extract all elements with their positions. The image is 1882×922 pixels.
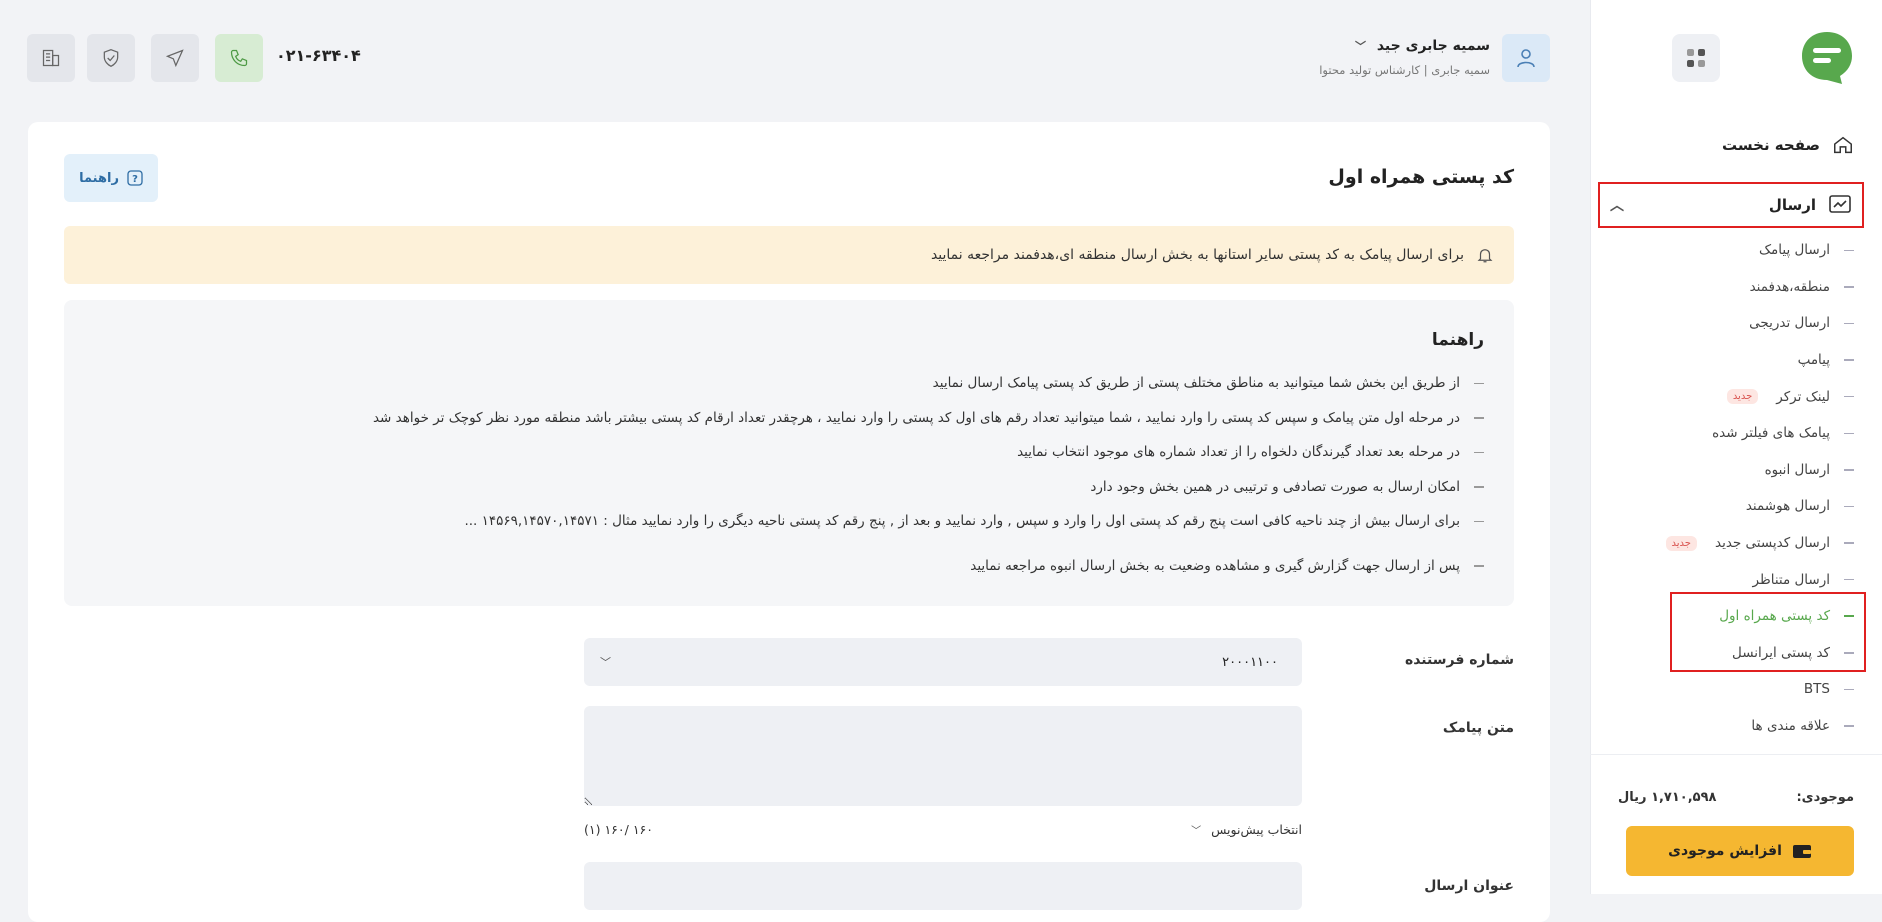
dash-icon xyxy=(1474,382,1484,384)
dash-icon xyxy=(1844,359,1854,361)
list-item: پس از ارسال جهت گزارش گیری و مشاهده وضعی… xyxy=(94,549,1484,584)
question-icon: ? xyxy=(127,170,143,186)
guide-box: راهنما از طریق این بخش شما میتوانید به م… xyxy=(64,300,1514,606)
user-name-dropdown[interactable]: سمیه جابری جید ﹀ xyxy=(1355,38,1490,54)
main-card: کد پستی همراه اول ? راهنما برای ارسال پی… xyxy=(28,122,1550,922)
dash-icon xyxy=(1844,505,1854,508)
dash-icon xyxy=(1844,469,1854,471)
apps-grid-button[interactable] xyxy=(1672,34,1720,82)
sidebar-subitem[interactable]: ارسال پیامک xyxy=(1614,232,1854,269)
bell-icon xyxy=(1477,249,1493,263)
balance-label: موجودی: xyxy=(1796,790,1854,805)
list-item: امکان ارسال به صورت تصادفی و ترتیبی در ه… xyxy=(94,470,1484,505)
sidebar-subitem[interactable]: پیامپ xyxy=(1614,342,1854,379)
increase-balance-label: افزایش موجودی xyxy=(1668,843,1782,859)
logo-icon[interactable] xyxy=(1798,28,1856,86)
divider xyxy=(1590,754,1882,755)
sms-text-input[interactable] xyxy=(584,706,1302,806)
dash-icon xyxy=(1474,565,1484,567)
home-icon xyxy=(1834,136,1852,154)
sms-text-label: متن پیامک xyxy=(1442,720,1514,736)
chevron-up-icon[interactable]: ︿ xyxy=(1610,195,1624,215)
guide-button-label: راهنما xyxy=(79,170,119,186)
sidebar-subitem[interactable]: ارسال کدپستی جدید جدید xyxy=(1614,525,1854,562)
chevron-down-icon: ﹀ xyxy=(600,656,611,669)
send-title-input[interactable] xyxy=(584,862,1302,910)
call-button[interactable] xyxy=(215,34,263,82)
dash-icon xyxy=(1474,486,1484,488)
sidebar-subitem[interactable]: ارسال تدریجی xyxy=(1614,305,1854,342)
dash-icon xyxy=(1844,322,1854,325)
list-item: از طریق این بخش شما میتوانید به مناطق مخ… xyxy=(94,366,1484,401)
sms-meta: انتخاب پیش‌نویس ﹀ ۱۶۰ /۱۶۰ (۱) xyxy=(584,822,1302,837)
user-icon xyxy=(1517,49,1535,68)
guide-list: از طریق این بخش شما میتوانید به مناطق مخ… xyxy=(94,366,1484,583)
chevron-down-icon: ﹀ xyxy=(1354,40,1366,53)
svg-text:?: ? xyxy=(132,174,138,185)
page-title: کد پستی همراه اول xyxy=(1328,166,1514,188)
dash-icon xyxy=(1474,520,1484,522)
new-badge: جدید xyxy=(1726,389,1759,405)
support-phone: ۰۲۱-۶۳۴۰۴ xyxy=(276,46,361,65)
sidebar-subitem[interactable]: لینک ترکر جدید xyxy=(1614,378,1854,415)
sender-number-select[interactable]: ۲۰۰۰۱۱۰۰ ﹀ xyxy=(584,638,1302,686)
dash-icon xyxy=(1844,542,1854,544)
building-icon xyxy=(42,49,60,67)
user-name: سمیه جابری جید xyxy=(1376,38,1490,54)
company-button[interactable] xyxy=(27,34,75,82)
sidebar-subitem[interactable]: ارسال هوشمند xyxy=(1614,488,1854,525)
sidebar-item-label: صفحه نخست xyxy=(1721,136,1820,154)
highlight-box xyxy=(1670,592,1866,672)
alert-text: برای ارسال پیامک به کد پستی سایر استانها… xyxy=(930,247,1464,263)
sidebar-item-home[interactable]: صفحه نخست xyxy=(1618,130,1854,160)
sidebar: صفحه نخست ارسال ︿ ارسال پیامک منطقه،هدفم… xyxy=(1590,0,1882,894)
sidebar-item-send[interactable]: ارسال ︿ xyxy=(1598,182,1864,228)
avatar[interactable] xyxy=(1502,34,1550,82)
sidebar-subitem[interactable]: ارسال انبوه xyxy=(1614,452,1854,489)
dash-icon xyxy=(1844,249,1854,252)
send-button[interactable] xyxy=(151,34,199,82)
char-counter: ۱۶۰ /۱۶۰ (۱) xyxy=(584,822,653,837)
guide-title: راهنما xyxy=(1431,330,1484,350)
dash-icon xyxy=(1844,688,1854,691)
dash-icon xyxy=(1844,432,1854,435)
new-badge: جدید xyxy=(1665,535,1697,551)
sidebar-item-label: ارسال xyxy=(1768,196,1816,214)
balance-row: موجودی: ۱,۷۱۰,۵۹۸ ریال xyxy=(1618,790,1854,805)
sidebar-subitem[interactable]: BTS xyxy=(1614,671,1854,708)
chevron-down-icon: ﹀ xyxy=(1191,826,1202,837)
dash-icon xyxy=(1844,395,1854,398)
send-title-label: عنوان ارسال xyxy=(1424,878,1514,894)
increase-balance-button[interactable]: افزایش موجودی xyxy=(1626,826,1854,876)
wallet-icon xyxy=(1792,845,1811,858)
sender-number-value: ۲۰۰۰۱۱۰۰ xyxy=(1222,654,1278,670)
paper-plane-icon xyxy=(165,49,184,68)
dash-icon xyxy=(1844,578,1854,581)
dash-icon xyxy=(1844,286,1854,288)
list-item: در مرحله اول متن پیامک و سپس کد پستی را … xyxy=(94,401,1484,436)
info-alert: برای ارسال پیامک به کد پستی سایر استانها… xyxy=(64,226,1514,284)
user-role: سمیه جابری | کارشناس تولید محتوا xyxy=(1319,63,1490,77)
dash-icon xyxy=(1844,725,1854,727)
security-button[interactable] xyxy=(87,34,135,82)
sidebar-subitem[interactable]: علاقه مندی ها xyxy=(1614,708,1854,745)
sidebar-subitem[interactable]: منطقه،هدفمند xyxy=(1614,269,1854,306)
list-item: در مرحله بعد تعداد گیرندگان دلخواه را از… xyxy=(94,435,1484,470)
phone-icon xyxy=(230,49,248,67)
sidebar-subitem[interactable]: پیامک های فیلتر شده xyxy=(1614,415,1854,452)
draft-select[interactable]: انتخاب پیش‌نویس ﹀ xyxy=(1191,822,1302,837)
sender-number-label: شماره فرستنده xyxy=(1404,652,1514,668)
dash-icon xyxy=(1474,451,1484,453)
balance-value: ۱,۷۱۰,۵۹۸ ریال xyxy=(1618,790,1717,805)
dash-icon xyxy=(1474,417,1484,419)
guide-button[interactable]: ? راهنما xyxy=(64,154,158,202)
shield-check-icon xyxy=(103,48,119,68)
grid-icon xyxy=(1687,49,1705,67)
send-chart-icon xyxy=(1829,195,1851,213)
list-item: برای ارسال بیش از چند ناحیه کافی است پنج… xyxy=(94,504,1484,539)
